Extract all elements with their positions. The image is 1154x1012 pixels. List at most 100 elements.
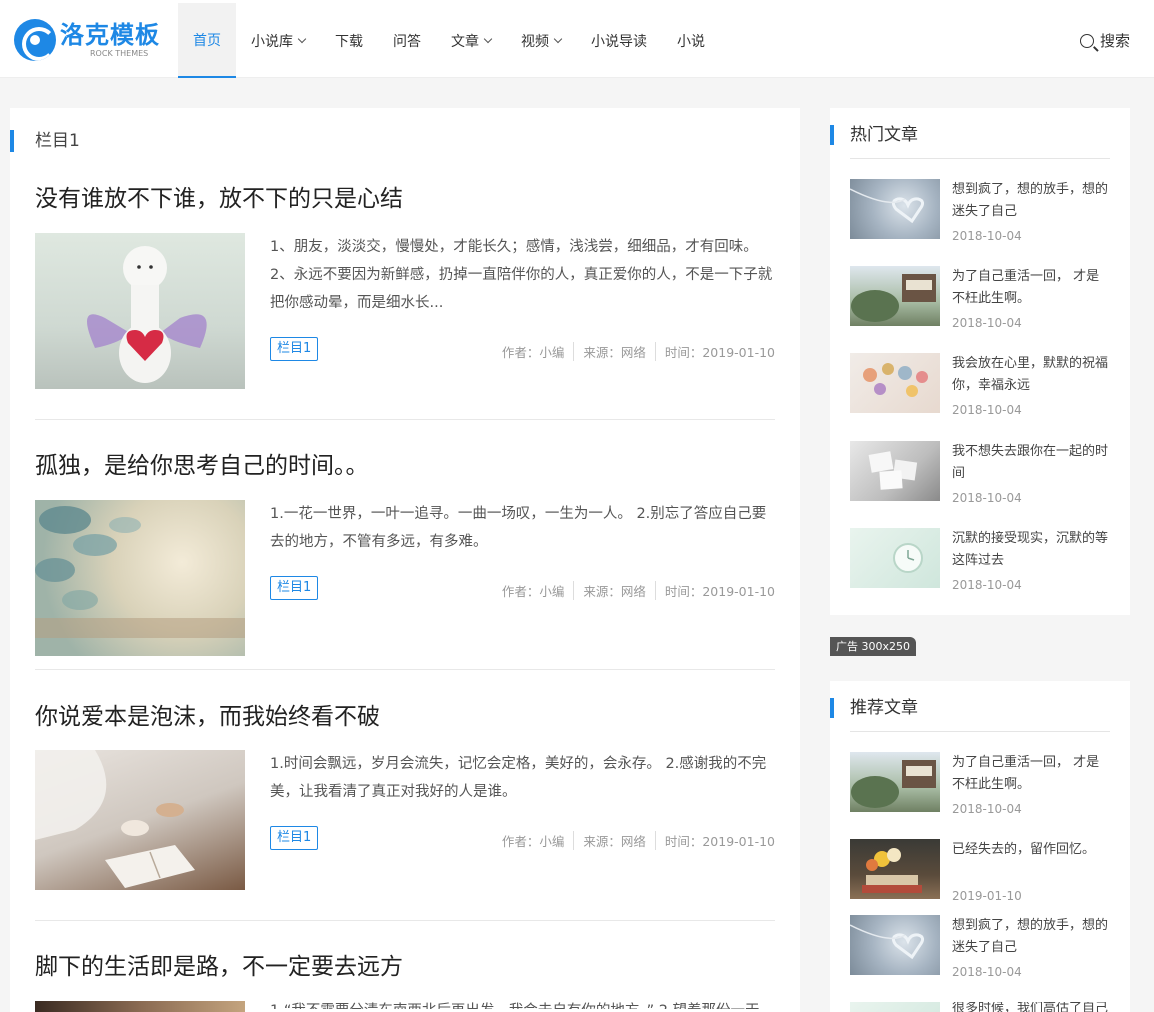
post-excerpt: 1、朋友，淡淡交，慢慢处，才能长久；感情，浅浅尝，细细品，才有回味。 2、永远不… <box>270 239 773 311</box>
article-thumbnail[interactable] <box>850 528 940 588</box>
article-thumbnail[interactable] <box>850 1002 940 1012</box>
main-nav: 首页 小说库 下载 问答 文章 视频 小说导读 小说 <box>178 3 720 78</box>
list-item[interactable]: 为了自己重活一回， 才是不枉此生啊。 2018-10-04 <box>850 266 1112 330</box>
mailbox-image <box>851 274 936 322</box>
post-category-tag[interactable]: 栏目1 <box>270 576 319 600</box>
post-source: 来源：网络 <box>573 831 655 850</box>
hot-articles-widget: 热门文章 想到疯了，想的放手，想的迷失了自己 2018-10-04 为了自己重活… <box>830 108 1130 615</box>
post-excerpt: 1.时间会飘远，岁月会流失，记忆会定格，美好的，会永存。 2.感谢我的不完美，让… <box>270 756 767 800</box>
post-item: 没有谁放不下谁，放不下的只是心结 1、朋友，淡淡交，慢慢处，才能长久；感情，浅浅… <box>35 184 775 389</box>
article-thumbnail[interactable] <box>850 839 940 899</box>
post-item: 孤独，是给你思考自己的时间。。 1.一花一世界，一叶一追寻。一曲一场叹，一生为一… <box>35 451 775 656</box>
list-item[interactable]: 已经失去的，留作回忆。 2019-01-10 <box>850 839 1112 903</box>
divider <box>35 669 775 670</box>
post-category-tag[interactable]: 栏目1 <box>270 337 319 361</box>
post-author: 作者：小编 <box>501 345 565 360</box>
post-title[interactable]: 脚下的生活即是路，不一定要去远方 <box>35 952 775 982</box>
post-thumbnail[interactable] <box>35 750 245 890</box>
nav-item-qa[interactable]: 问答 <box>378 3 436 78</box>
widget-title: 推荐文章 <box>830 698 918 718</box>
divider <box>850 158 1110 159</box>
list-item[interactable]: 很多时候，我们高估了自己 <box>850 1002 1110 1012</box>
divider <box>850 731 1110 732</box>
post-thumbnail[interactable] <box>35 500 245 656</box>
nav-item-novel-library[interactable]: 小说库 <box>236 3 320 78</box>
search-label: 搜索 <box>1099 32 1130 50</box>
post-source: 来源：网络 <box>573 581 655 600</box>
article-thumbnail[interactable] <box>849 179 940 239</box>
article-date: 2018-10-04 <box>952 403 1022 417</box>
post-meta: 作者：小编 来源：网络 时间：2019-01-10 <box>493 831 775 850</box>
photos-image <box>868 451 918 490</box>
article-thumbnail[interactable] <box>850 266 940 326</box>
site-logo[interactable]: 洛克模板 ROCK THEMES <box>14 19 160 61</box>
lollipops-image <box>863 363 928 397</box>
article-title[interactable]: 已经失去的，留作回忆。 <box>952 839 1112 861</box>
nav-item-home[interactable]: 首页 <box>178 3 236 78</box>
search-button[interactable]: 搜索 <box>1079 30 1130 51</box>
post-thumbnail[interactable] <box>35 1001 245 1012</box>
book-and-cup-image <box>35 750 195 888</box>
article-date: 2018-10-04 <box>952 316 1022 330</box>
post-title[interactable]: 你说爱本是泡沫，而我始终看不破 <box>35 702 775 732</box>
post-item: 脚下的生活即是路，不一定要去远方 1.“我不需要分清东南西北后再出发，我会去自有… <box>35 952 775 1012</box>
nav-item-video[interactable]: 视频 <box>506 3 576 78</box>
list-item[interactable]: 我不想失去跟你在一起的时间 2018-10-04 <box>850 441 1112 505</box>
post-time: 时间：2019-01-10 <box>654 342 775 361</box>
nav-item-articles[interactable]: 文章 <box>436 3 506 78</box>
recommended-articles-widget: 推荐文章 为了自己重活一回， 才是不枉此生啊。 2018-10-04 已经失去的… <box>830 681 1130 1012</box>
article-date: 2018-10-04 <box>952 965 1022 979</box>
article-thumbnail[interactable] <box>850 353 940 413</box>
search-icon <box>1079 33 1094 48</box>
article-thumbnail[interactable] <box>850 752 940 812</box>
chevron-down-icon <box>553 34 563 43</box>
post-excerpt: 1.一花一世界，一叶一追寻。一曲一场叹，一生为一人。 2.别忘了答应自己要去的地… <box>270 506 767 550</box>
nav-item-novel-guide[interactable]: 小说导读 <box>576 3 662 78</box>
article-date: 2018-10-04 <box>952 491 1022 505</box>
logo-subtitle: ROCK THEMES <box>90 49 149 58</box>
widget-title: 热门文章 <box>830 125 918 145</box>
site-header: 洛克模板 ROCK THEMES 首页 小说库 下载 问答 文章 视频 小说导读… <box>0 0 1154 78</box>
angel-figure-image <box>87 246 207 383</box>
flowers-on-books-image <box>862 848 922 893</box>
list-item[interactable]: 想到疯了，想的放手，想的迷失了自己 2018-10-04 <box>849 915 1112 979</box>
divider <box>35 419 775 420</box>
article-title[interactable]: 我会放在心里，默默的祝福你，幸福永远 <box>952 353 1112 397</box>
article-thumbnail[interactable] <box>850 441 940 501</box>
logo-swirl-icon <box>14 19 56 61</box>
post-title[interactable]: 孤独，是给你思考自己的时间。。 <box>35 451 775 481</box>
chevron-down-icon <box>297 34 307 43</box>
post-title[interactable]: 没有谁放不下谁，放不下的只是心结 <box>35 184 775 214</box>
post-author: 作者：小编 <box>501 834 565 849</box>
post-meta: 作者：小编 来源：网络 时间：2019-01-10 <box>493 342 775 361</box>
nav-item-novel[interactable]: 小说 <box>662 3 720 78</box>
article-title[interactable]: 为了自己重活一回， 才是不枉此生啊。 <box>952 266 1112 310</box>
post-time: 时间：2019-01-10 <box>654 831 775 850</box>
post-excerpt: 1.“我不需要分清东南西北后再出发，我会去自有你的地方。” 2.望着那份一天 <box>270 997 775 1009</box>
article-title[interactable]: 沉默的接受现实，沉默的等这阵过去 <box>952 528 1112 572</box>
article-title[interactable]: 为了自己重活一回， 才是不枉此生啊。 <box>952 752 1112 796</box>
post-source: 来源：网络 <box>573 342 655 361</box>
post-item: 你说爱本是泡沫，而我始终看不破 1.时间会飘远，岁月会流失，记忆会定格，美好的，… <box>35 702 775 890</box>
mailbox-image <box>851 760 936 808</box>
post-author: 作者：小编 <box>501 584 565 599</box>
list-item[interactable]: 想到疯了，想的放手，想的迷失了自己 2018-10-04 <box>849 179 1112 243</box>
chevron-down-icon <box>483 34 493 43</box>
article-title[interactable]: 我不想失去跟你在一起的时间 <box>952 441 1112 485</box>
heart-necklace-image <box>849 188 925 224</box>
article-title[interactable]: 想到疯了，想的放手，想的迷失了自己 <box>952 179 1112 223</box>
nav-item-download[interactable]: 下载 <box>320 3 378 78</box>
article-thumbnail[interactable] <box>849 915 940 975</box>
clock-image <box>893 543 923 573</box>
leaves-image <box>35 506 245 638</box>
main-content: 栏目1 没有谁放不下谁，放不下的只是心结 1、朋友，淡淡交，慢慢处，才能长久；感… <box>10 108 800 1012</box>
post-thumbnail[interactable] <box>35 233 245 389</box>
article-date: 2019-01-10 <box>952 889 1022 903</box>
post-category-tag[interactable]: 栏目1 <box>270 826 319 850</box>
list-item[interactable]: 为了自己重活一回， 才是不枉此生啊。 2018-10-04 <box>850 752 1112 816</box>
article-title[interactable]: 很多时候，我们高估了自己 <box>952 1002 1110 1012</box>
heart-necklace-image <box>849 924 925 960</box>
article-title[interactable]: 想到疯了，想的放手，想的迷失了自己 <box>952 915 1112 959</box>
list-item[interactable]: 我会放在心里，默默的祝福你，幸福永远 2018-10-04 <box>850 353 1112 417</box>
list-item[interactable]: 沉默的接受现实，沉默的等这阵过去 2018-10-04 <box>850 528 1112 592</box>
